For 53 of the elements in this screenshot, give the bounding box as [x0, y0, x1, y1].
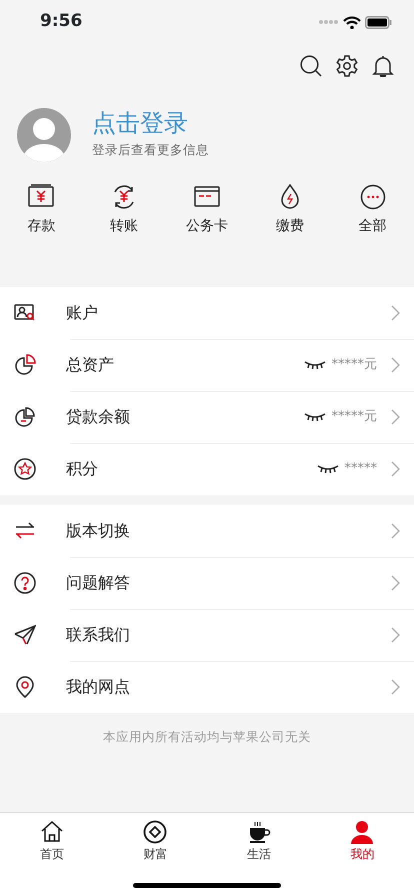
wifi-icon — [343, 16, 361, 28]
wealth-icon — [143, 820, 168, 844]
quick-action-item[interactable]: 缴费 — [248, 184, 332, 287]
masked-value: *****元 — [332, 408, 377, 426]
disclaimer-text: 本应用内所有活动均与苹果公司无关 — [103, 729, 311, 744]
pie-chart-icon — [14, 406, 36, 428]
quick-action-item[interactable]: 存款 — [0, 184, 83, 287]
closed-eye-icon — [316, 464, 338, 474]
chevron-right-icon — [391, 627, 400, 643]
quick-action-item[interactable]: 全部 — [331, 184, 414, 287]
login-hint: 登录后查看更多信息 — [92, 140, 209, 159]
chevron-right-icon — [391, 679, 400, 695]
chevron-right-icon — [391, 357, 400, 373]
tab-item[interactable]: 首页 — [0, 813, 104, 896]
home-icon — [40, 820, 64, 844]
tab-item[interactable]: 我的 — [310, 813, 414, 896]
menu-row[interactable]: 账户 — [0, 287, 414, 339]
battery-icon — [365, 16, 392, 28]
menu-row[interactable]: 积分 ***** — [0, 443, 414, 495]
closed-eye-icon — [304, 360, 326, 370]
card-icon — [194, 184, 220, 210]
avatar-icon[interactable] — [16, 107, 72, 163]
location-pin-icon — [14, 676, 36, 698]
pie-chart-icon — [14, 354, 36, 376]
help-icon — [14, 572, 36, 594]
search-icon[interactable] — [300, 55, 322, 77]
chevron-right-icon — [391, 409, 400, 425]
paper-plane-icon — [14, 624, 36, 646]
menu-row[interactable]: 版本切换 — [0, 505, 414, 557]
menu-row[interactable]: 我的网点 — [0, 661, 414, 713]
masked-value: ***** — [344, 460, 377, 478]
tab-item[interactable]: 生活 — [207, 813, 310, 896]
star-badge-icon — [14, 458, 36, 480]
tab-item[interactable]: 财富 — [104, 813, 207, 896]
quick-action-item[interactable]: 公务卡 — [166, 184, 248, 287]
chevron-right-icon — [391, 305, 400, 321]
masked-value: *****元 — [332, 356, 377, 374]
status-time: 9:56 — [40, 10, 82, 34]
chevron-right-icon — [391, 575, 400, 591]
chevron-right-icon — [391, 523, 400, 539]
person-icon — [350, 820, 374, 844]
menu-row[interactable]: 总资产 *****元 — [0, 339, 414, 391]
menu-row[interactable]: 问题解答 — [0, 557, 414, 609]
settings-icon[interactable] — [336, 55, 358, 77]
signal-icon — [319, 19, 339, 25]
closed-eye-icon — [304, 412, 326, 422]
deposit-icon — [28, 184, 54, 210]
menu-row[interactable]: 贷款余额 *****元 — [0, 391, 414, 443]
menu-row[interactable]: 联系我们 — [0, 609, 414, 661]
chevron-right-icon — [391, 461, 400, 477]
quick-action-item[interactable]: 转账 — [82, 184, 166, 287]
notification-icon[interactable] — [372, 55, 394, 77]
more-icon — [360, 184, 386, 210]
